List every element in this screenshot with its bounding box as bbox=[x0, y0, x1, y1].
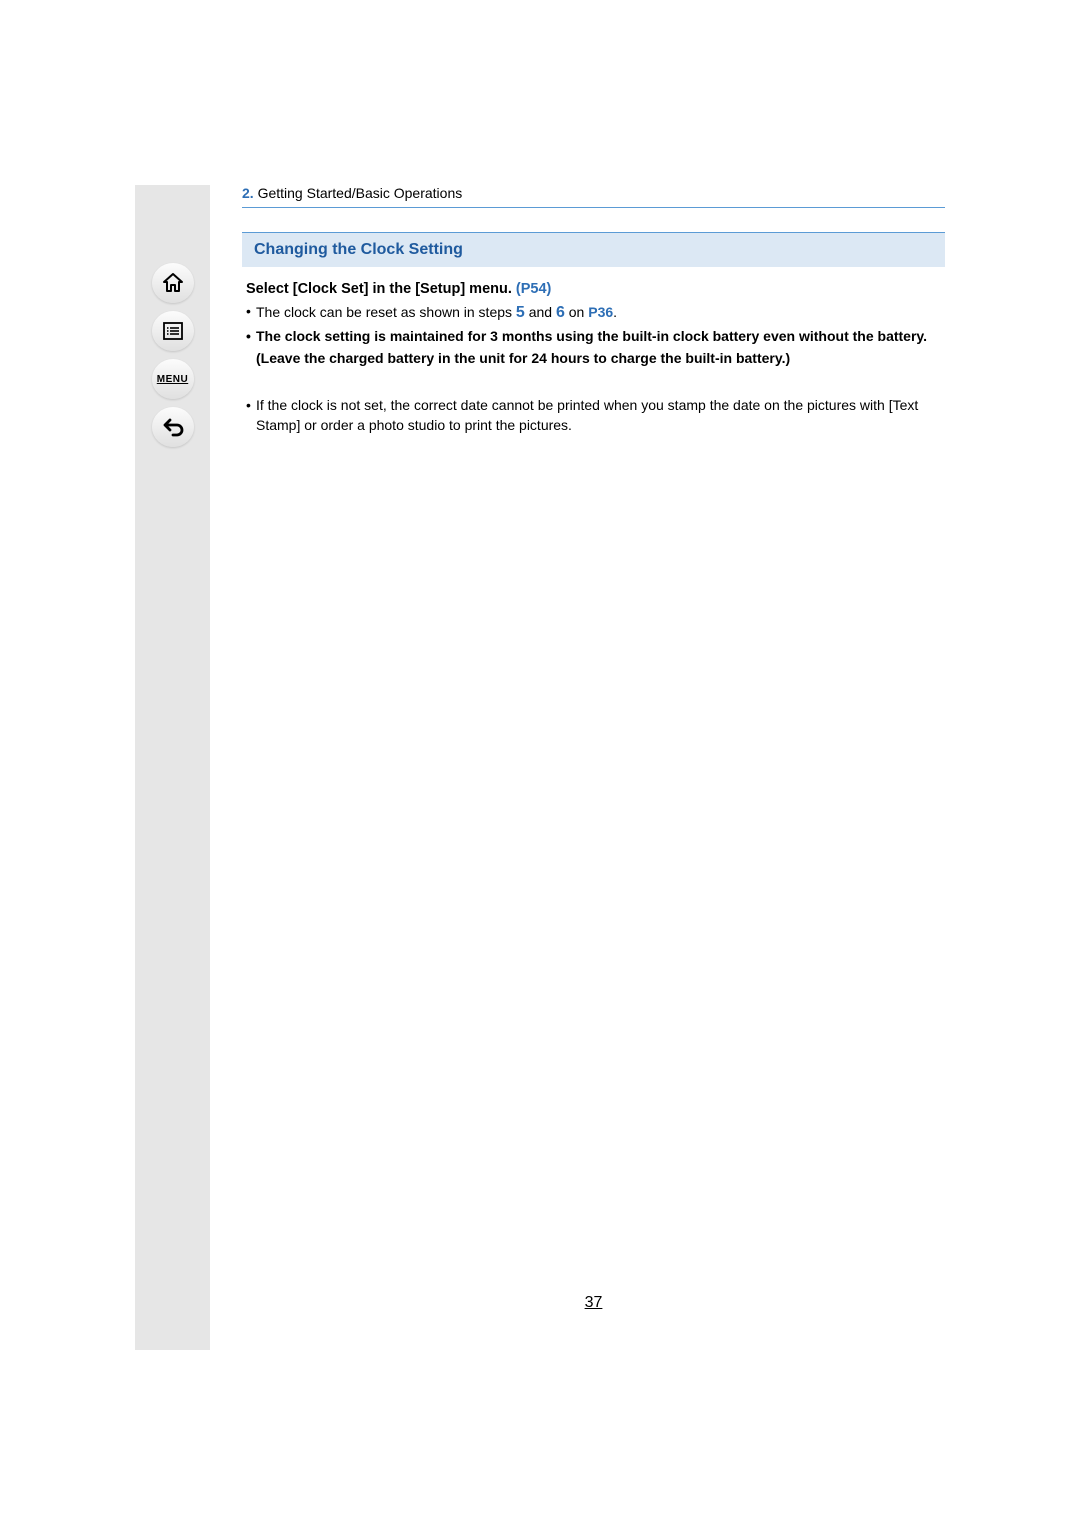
bullet-1: The clock can be reset as shown in steps… bbox=[246, 301, 945, 324]
main-content: 2. Getting Started/Basic Operations Chan… bbox=[210, 185, 945, 1350]
nav-home-button[interactable] bbox=[152, 263, 194, 303]
page-link-p36[interactable]: P36 bbox=[588, 304, 613, 320]
chapter-title: Getting Started/Basic Operations bbox=[258, 185, 463, 201]
list-icon bbox=[161, 319, 185, 343]
note-list: If the clock is not set, the correct dat… bbox=[242, 395, 945, 436]
menu-label: MENU bbox=[157, 374, 188, 385]
back-arrow-icon bbox=[161, 415, 185, 439]
bullet-2: The clock setting is maintained for 3 mo… bbox=[246, 326, 945, 346]
bullet-list-primary: The clock can be reset as shown in steps… bbox=[242, 301, 945, 346]
chapter-number: 2. bbox=[242, 185, 254, 201]
instruction-text: Select [Clock Set] in the [Setup] menu. bbox=[246, 281, 516, 297]
page-number: 37 bbox=[242, 1294, 945, 1312]
sidebar-nav: MENU bbox=[135, 185, 210, 1350]
page-link-p54[interactable]: (P54) bbox=[516, 281, 551, 297]
section-title: Changing the Clock Setting bbox=[254, 241, 933, 259]
note-1: If the clock is not set, the correct dat… bbox=[246, 395, 945, 436]
step-5: 5 bbox=[516, 304, 525, 321]
nav-toc-button[interactable] bbox=[152, 311, 194, 351]
bullet-2-continue: (Leave the charged battery in the unit f… bbox=[242, 348, 945, 368]
instruction-line: Select [Clock Set] in the [Setup] menu. … bbox=[242, 281, 945, 297]
section-title-bar: Changing the Clock Setting bbox=[242, 232, 945, 267]
nav-back-button[interactable] bbox=[152, 407, 194, 447]
home-icon bbox=[161, 271, 185, 295]
chapter-header: 2. Getting Started/Basic Operations bbox=[242, 185, 945, 208]
nav-menu-button[interactable]: MENU bbox=[152, 359, 194, 399]
step-6: 6 bbox=[556, 304, 565, 321]
